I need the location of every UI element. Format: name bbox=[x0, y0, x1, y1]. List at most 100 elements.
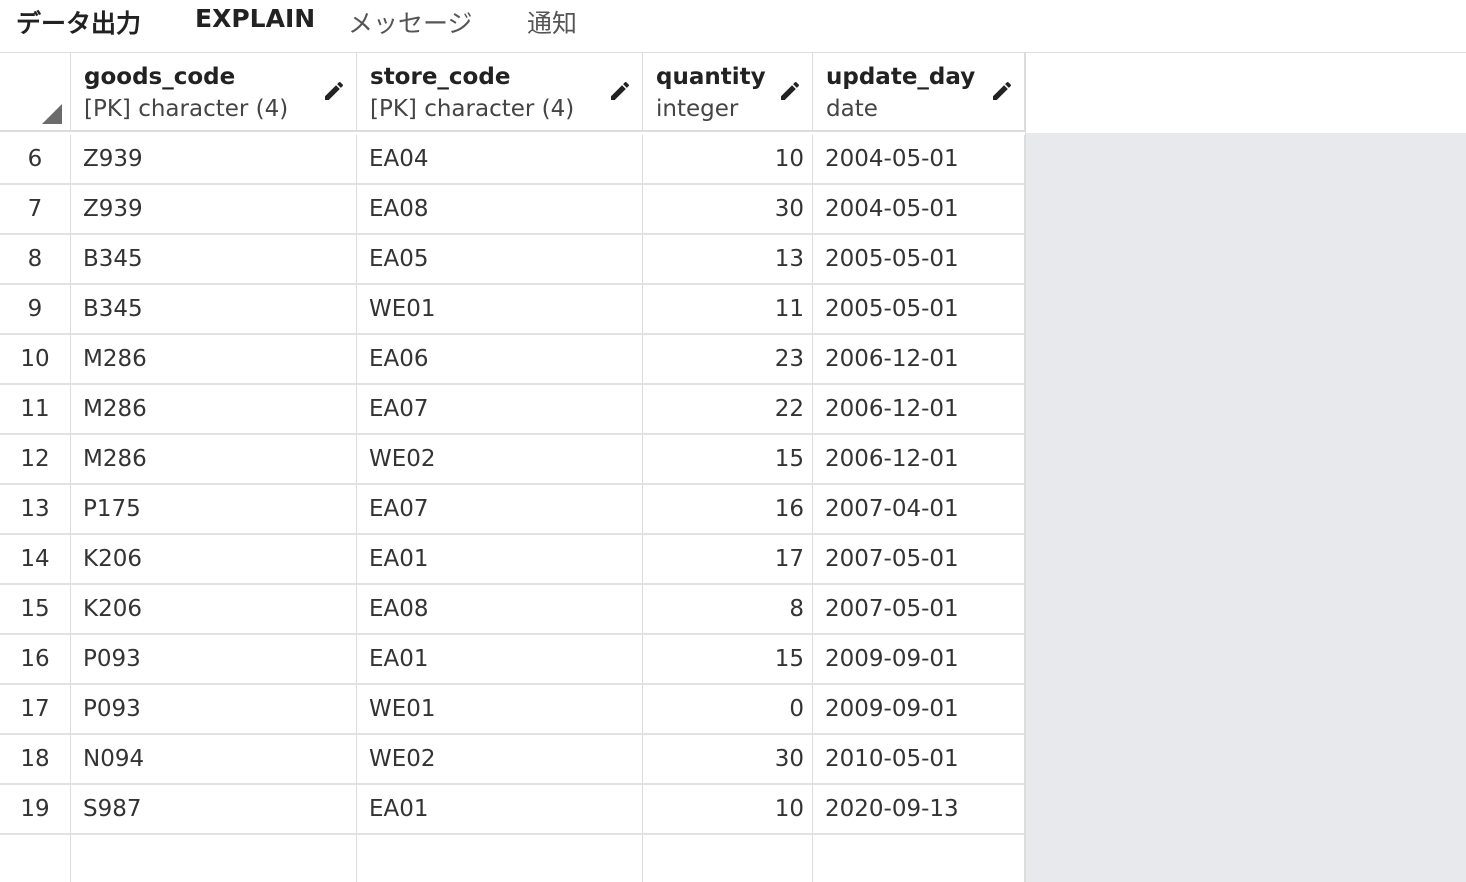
pencil-icon[interactable] bbox=[322, 79, 346, 103]
row-number[interactable]: 8 bbox=[0, 235, 71, 285]
cell-goods-code[interactable]: S987 bbox=[71, 785, 357, 835]
row-number[interactable]: 19 bbox=[0, 785, 71, 835]
cell-update-day[interactable]: 2006-12-01 bbox=[813, 335, 1025, 385]
table-row[interactable]: 18 N094 WE02 30 2010-05-01 bbox=[0, 735, 1025, 785]
tab-data-output[interactable]: データ出力 bbox=[16, 4, 141, 40]
cell-store-code[interactable]: EA05 bbox=[357, 235, 643, 285]
tab-explain[interactable]: EXPLAIN bbox=[195, 4, 315, 33]
cell-goods-code[interactable]: P093 bbox=[71, 635, 357, 685]
cell-update-day[interactable]: 2006-12-01 bbox=[813, 385, 1025, 435]
table-row[interactable]: 13 P175 EA07 16 2007-04-01 bbox=[0, 485, 1025, 535]
cell-quantity[interactable]: 10 bbox=[643, 135, 813, 185]
table-row[interactable]: 9 B345 WE01 11 2005-05-01 bbox=[0, 285, 1025, 335]
column-header-quantity[interactable]: quantity integer bbox=[643, 53, 813, 132]
cell-update-day[interactable]: 2006-12-01 bbox=[813, 435, 1025, 485]
row-number[interactable]: 14 bbox=[0, 535, 71, 585]
table-row[interactable]: 19 S987 EA01 10 2020-09-13 bbox=[0, 785, 1025, 835]
table-row[interactable]: 11 M286 EA07 22 2006-12-01 bbox=[0, 385, 1025, 435]
cell-quantity[interactable]: 30 bbox=[643, 185, 813, 235]
cell-goods-code[interactable]: P175 bbox=[71, 485, 357, 535]
cell-store-code[interactable] bbox=[357, 835, 643, 882]
table-row[interactable]: 14 K206 EA01 17 2007-05-01 bbox=[0, 535, 1025, 585]
cell-quantity[interactable]: 15 bbox=[643, 635, 813, 685]
row-number[interactable]: 18 bbox=[0, 735, 71, 785]
cell-goods-code[interactable]: M286 bbox=[71, 335, 357, 385]
row-number[interactable]: 11 bbox=[0, 385, 71, 435]
cell-update-day[interactable]: 2010-05-01 bbox=[813, 735, 1025, 785]
cell-update-day[interactable]: 2007-05-01 bbox=[813, 535, 1025, 585]
cell-goods-code[interactable]: B345 bbox=[71, 285, 357, 335]
cell-update-day[interactable]: 2005-05-01 bbox=[813, 285, 1025, 335]
table-row[interactable]: 6 Z939 EA04 10 2004-05-01 bbox=[0, 135, 1025, 185]
cell-quantity[interactable]: 22 bbox=[643, 385, 813, 435]
cell-goods-code[interactable]: P093 bbox=[71, 685, 357, 735]
row-number[interactable]: 12 bbox=[0, 435, 71, 485]
cell-goods-code[interactable]: M286 bbox=[71, 435, 357, 485]
cell-quantity[interactable]: 16 bbox=[643, 485, 813, 535]
cell-update-day[interactable]: 2009-09-01 bbox=[813, 635, 1025, 685]
cell-goods-code[interactable] bbox=[71, 835, 357, 882]
row-number[interactable]: 13 bbox=[0, 485, 71, 535]
cell-quantity[interactable]: 10 bbox=[643, 785, 813, 835]
row-number[interactable]: 7 bbox=[0, 185, 71, 235]
cell-store-code[interactable]: EA08 bbox=[357, 585, 643, 635]
row-number[interactable]: 9 bbox=[0, 285, 71, 335]
row-number[interactable]: 17 bbox=[0, 685, 71, 735]
cell-update-day[interactable]: 2004-05-01 bbox=[813, 135, 1025, 185]
cell-quantity[interactable]: 13 bbox=[643, 235, 813, 285]
cell-store-code[interactable]: EA01 bbox=[357, 635, 643, 685]
cell-goods-code[interactable]: K206 bbox=[71, 585, 357, 635]
cell-store-code[interactable]: EA07 bbox=[357, 485, 643, 535]
cell-update-day[interactable]: 2007-05-01 bbox=[813, 585, 1025, 635]
row-number[interactable]: 16 bbox=[0, 635, 71, 685]
tab-notifications[interactable]: 通知 bbox=[527, 4, 577, 40]
cell-quantity[interactable]: 11 bbox=[643, 285, 813, 335]
pencil-icon[interactable] bbox=[778, 79, 802, 103]
row-number[interactable] bbox=[0, 835, 71, 882]
cell-update-day[interactable]: 2020-09-13 bbox=[813, 785, 1025, 835]
cell-store-code[interactable]: EA04 bbox=[357, 135, 643, 185]
cell-update-day[interactable]: 2005-05-01 bbox=[813, 235, 1025, 285]
table-row[interactable]: 7 Z939 EA08 30 2004-05-01 bbox=[0, 185, 1025, 235]
row-number[interactable]: 10 bbox=[0, 335, 71, 385]
table-row[interactable]: 17 P093 WE01 0 2009-09-01 bbox=[0, 685, 1025, 735]
column-header-goods-code[interactable]: goods_code [PK] character (4) bbox=[71, 53, 357, 132]
cell-store-code[interactable]: WE02 bbox=[357, 735, 643, 785]
cell-store-code[interactable]: EA01 bbox=[357, 535, 643, 585]
table-row[interactable]: 16 P093 EA01 15 2009-09-01 bbox=[0, 635, 1025, 685]
tab-messages[interactable]: メッセージ bbox=[348, 4, 473, 40]
cell-store-code[interactable]: EA08 bbox=[357, 185, 643, 235]
cell-store-code[interactable]: WE01 bbox=[357, 285, 643, 335]
cell-store-code[interactable]: EA07 bbox=[357, 385, 643, 435]
cell-quantity[interactable]: 23 bbox=[643, 335, 813, 385]
table-row[interactable]: 12 M286 WE02 15 2006-12-01 bbox=[0, 435, 1025, 485]
cell-quantity[interactable]: 0 bbox=[643, 685, 813, 735]
pencil-icon[interactable] bbox=[990, 79, 1014, 103]
select-all-corner[interactable] bbox=[0, 53, 71, 132]
cell-update-day[interactable]: 2004-05-01 bbox=[813, 185, 1025, 235]
cell-update-day[interactable] bbox=[813, 835, 1025, 882]
cell-goods-code[interactable]: Z939 bbox=[71, 135, 357, 185]
cell-quantity[interactable]: 8 bbox=[643, 585, 813, 635]
cell-store-code[interactable]: EA06 bbox=[357, 335, 643, 385]
cell-store-code[interactable]: WE01 bbox=[357, 685, 643, 735]
column-header-store-code[interactable]: store_code [PK] character (4) bbox=[357, 53, 643, 132]
column-header-update-day[interactable]: update_day date bbox=[813, 53, 1025, 132]
cell-update-day[interactable]: 2009-09-01 bbox=[813, 685, 1025, 735]
cell-goods-code[interactable]: Z939 bbox=[71, 185, 357, 235]
cell-quantity[interactable]: 15 bbox=[643, 435, 813, 485]
cell-goods-code[interactable]: K206 bbox=[71, 535, 357, 585]
cell-quantity[interactable] bbox=[643, 835, 813, 882]
table-row[interactable]: 15 K206 EA08 8 2007-05-01 bbox=[0, 585, 1025, 635]
table-row-new[interactable] bbox=[0, 835, 1025, 882]
cell-goods-code[interactable]: M286 bbox=[71, 385, 357, 435]
cell-goods-code[interactable]: N094 bbox=[71, 735, 357, 785]
cell-quantity[interactable]: 30 bbox=[643, 735, 813, 785]
table-row[interactable]: 10 M286 EA06 23 2006-12-01 bbox=[0, 335, 1025, 385]
cell-quantity[interactable]: 17 bbox=[643, 535, 813, 585]
table-row[interactable]: 8 B345 EA05 13 2005-05-01 bbox=[0, 235, 1025, 285]
pencil-icon[interactable] bbox=[608, 79, 632, 103]
cell-goods-code[interactable]: B345 bbox=[71, 235, 357, 285]
cell-store-code[interactable]: EA01 bbox=[357, 785, 643, 835]
cell-update-day[interactable]: 2007-04-01 bbox=[813, 485, 1025, 535]
